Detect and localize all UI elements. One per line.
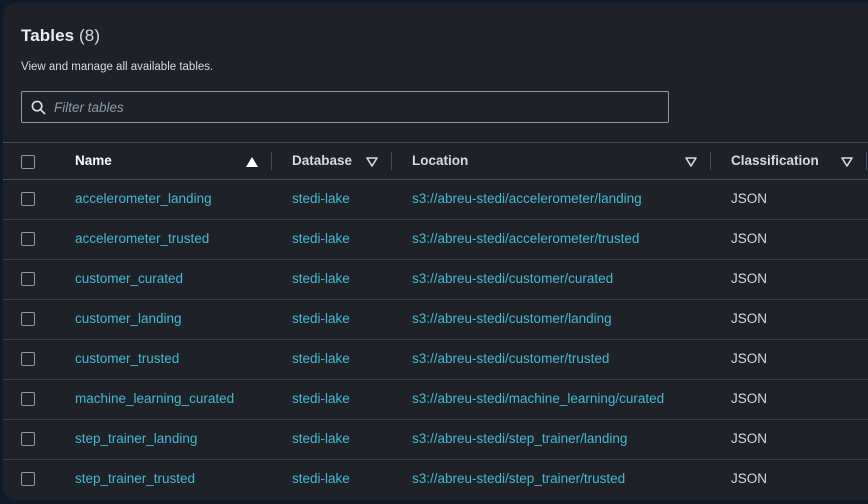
location-link[interactable]: s3://abreu-stedi/customer/curated bbox=[412, 259, 613, 299]
table-row: step_trainer_trusted stedi-lake s3://abr… bbox=[3, 459, 868, 499]
database-link[interactable]: stedi-lake bbox=[292, 339, 350, 379]
database-link[interactable]: stedi-lake bbox=[292, 219, 350, 259]
classification-value: JSON bbox=[731, 431, 768, 446]
classification-value: JSON bbox=[731, 471, 768, 486]
table-name-link[interactable]: step_trainer_trusted bbox=[75, 459, 195, 499]
table-name-link[interactable]: customer_curated bbox=[75, 259, 183, 299]
database-link[interactable]: stedi-lake bbox=[292, 259, 350, 299]
column-header-name[interactable]: Name bbox=[75, 143, 112, 179]
table-name-link[interactable]: customer_landing bbox=[75, 299, 182, 339]
filter-field[interactable] bbox=[21, 91, 669, 123]
title-text: Tables bbox=[21, 26, 75, 45]
database-link[interactable]: stedi-lake bbox=[292, 179, 350, 219]
column-divider[interactable] bbox=[271, 152, 272, 170]
database-link[interactable]: stedi-lake bbox=[292, 299, 350, 339]
tables-panel: Tables (8) View and manage all available… bbox=[3, 3, 868, 500]
table-row: customer_curated stedi-lake s3://abreu-s… bbox=[3, 259, 868, 300]
classification-value: JSON bbox=[731, 191, 768, 206]
table-name-link[interactable]: accelerometer_landing bbox=[75, 179, 212, 219]
row-checkbox[interactable] bbox=[21, 192, 35, 206]
location-link[interactable]: s3://abreu-stedi/customer/trusted bbox=[412, 339, 609, 379]
table-header: Name Database Location Classification bbox=[3, 142, 868, 180]
classification-value: JSON bbox=[731, 271, 768, 286]
row-checkbox[interactable] bbox=[21, 232, 35, 246]
row-checkbox[interactable] bbox=[21, 432, 35, 446]
database-link[interactable]: stedi-lake bbox=[292, 459, 350, 499]
column-header-location[interactable]: Location bbox=[412, 143, 468, 179]
row-checkbox[interactable] bbox=[21, 352, 35, 366]
column-header-database[interactable]: Database bbox=[292, 143, 352, 179]
database-link[interactable]: stedi-lake bbox=[292, 419, 350, 459]
table-row: machine_learning_curated stedi-lake s3:/… bbox=[3, 379, 868, 420]
table-name-link[interactable]: machine_learning_curated bbox=[75, 379, 234, 419]
location-link[interactable]: s3://abreu-stedi/accelerometer/trusted bbox=[412, 219, 639, 259]
table-row: accelerometer_landing stedi-lake s3://ab… bbox=[3, 179, 868, 220]
select-all-checkbox[interactable] bbox=[21, 155, 35, 169]
table-count: (8) bbox=[79, 26, 101, 45]
location-link[interactable]: s3://abreu-stedi/accelerometer/landing bbox=[412, 179, 642, 219]
row-checkbox[interactable] bbox=[21, 272, 35, 286]
sort-caret-down-icon[interactable] bbox=[841, 157, 853, 167]
database-link[interactable]: stedi-lake bbox=[292, 379, 350, 419]
filter-input[interactable] bbox=[54, 92, 654, 122]
location-link[interactable]: s3://abreu-stedi/customer/landing bbox=[412, 299, 612, 339]
classification-value: JSON bbox=[731, 231, 768, 246]
sort-ascending-icon[interactable] bbox=[246, 157, 258, 167]
location-link[interactable]: s3://abreu-stedi/step_trainer/trusted bbox=[412, 459, 625, 499]
column-divider[interactable] bbox=[391, 152, 392, 170]
sort-caret-down-icon[interactable] bbox=[366, 157, 378, 167]
table-name-link[interactable]: customer_trusted bbox=[75, 339, 179, 379]
table-name-link[interactable]: step_trainer_landing bbox=[75, 419, 197, 459]
classification-value: JSON bbox=[731, 311, 768, 326]
page-title: Tables (8) bbox=[21, 26, 100, 46]
column-header-classification[interactable]: Classification bbox=[731, 143, 819, 179]
table-row: customer_landing stedi-lake s3://abreu-s… bbox=[3, 299, 868, 340]
classification-value: JSON bbox=[731, 391, 768, 406]
search-icon bbox=[31, 100, 46, 115]
column-divider[interactable] bbox=[710, 152, 711, 170]
classification-value: JSON bbox=[731, 351, 768, 366]
sort-caret-down-icon[interactable] bbox=[685, 157, 697, 167]
row-checkbox[interactable] bbox=[21, 392, 35, 406]
location-link[interactable]: s3://abreu-stedi/step_trainer/landing bbox=[412, 419, 627, 459]
table-name-link[interactable]: accelerometer_trusted bbox=[75, 219, 209, 259]
table-row: accelerometer_trusted stedi-lake s3://ab… bbox=[3, 219, 868, 260]
row-checkbox[interactable] bbox=[21, 472, 35, 486]
table-row: step_trainer_landing stedi-lake s3://abr… bbox=[3, 419, 868, 460]
page-description: View and manage all available tables. bbox=[21, 61, 214, 73]
location-link[interactable]: s3://abreu-stedi/machine_learning/curate… bbox=[412, 379, 664, 419]
table-row: customer_trusted stedi-lake s3://abreu-s… bbox=[3, 339, 868, 380]
row-checkbox[interactable] bbox=[21, 312, 35, 326]
column-divider[interactable] bbox=[866, 152, 867, 170]
